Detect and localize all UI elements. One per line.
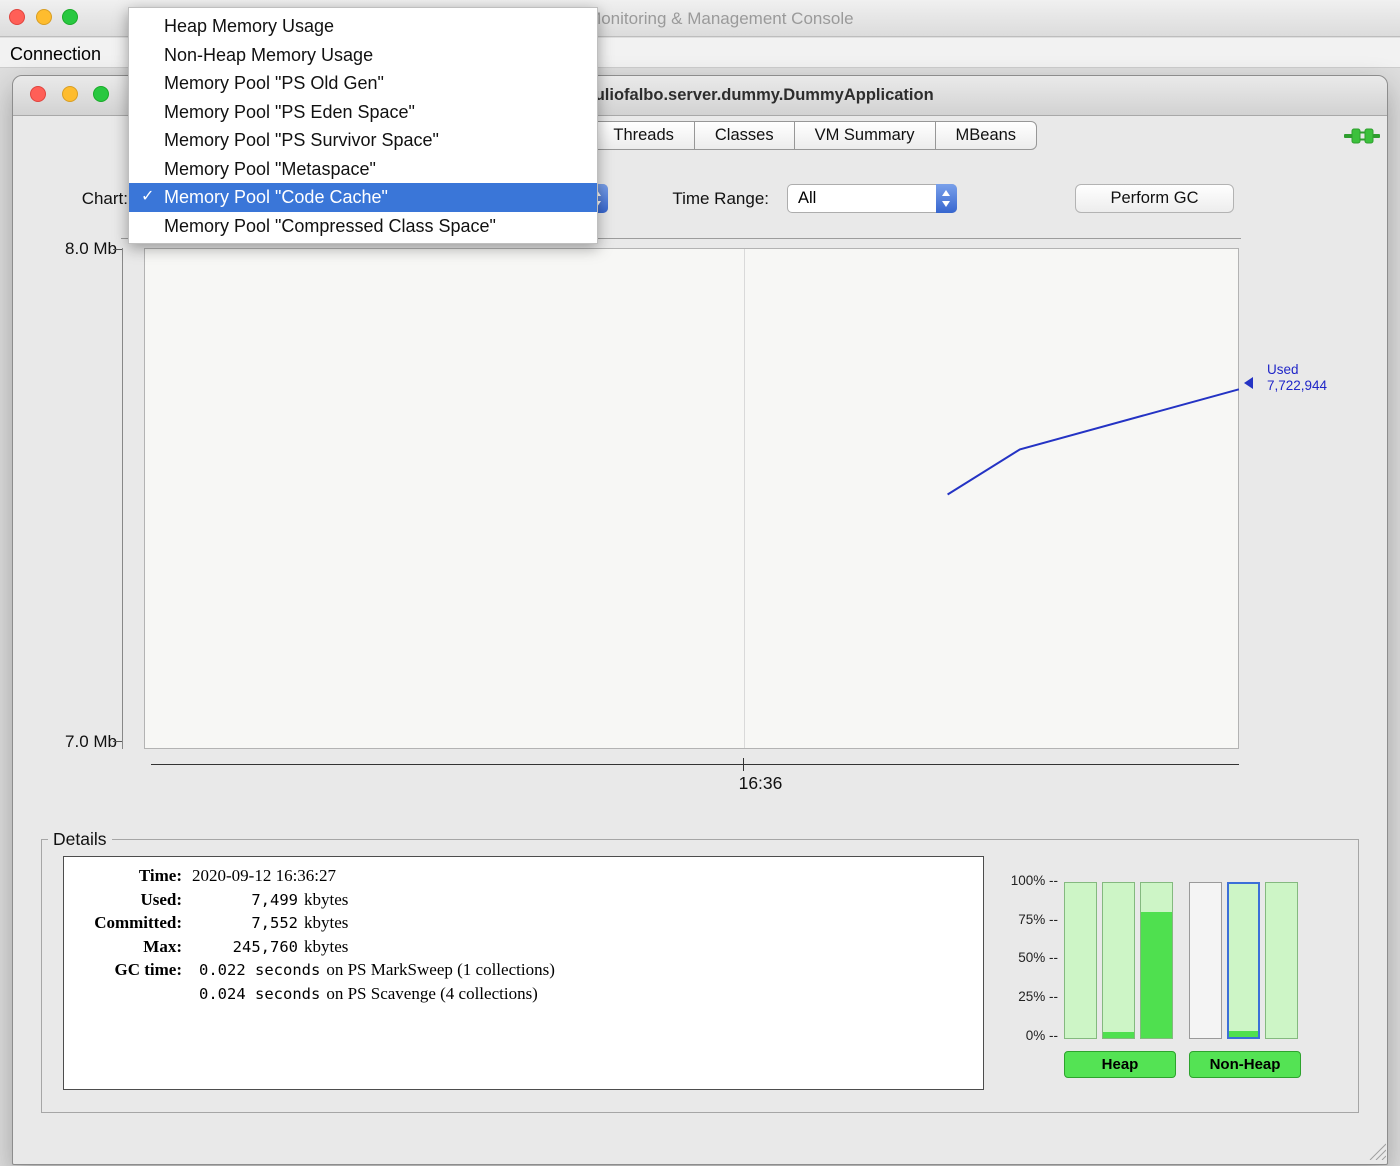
gauge-fill bbox=[1141, 912, 1172, 1038]
series-annotation-name: Used bbox=[1267, 362, 1299, 377]
checkmark-icon: ✓ bbox=[141, 188, 155, 205]
gauge-scale-25: 25% -- bbox=[1018, 989, 1058, 1004]
y-axis bbox=[122, 248, 123, 749]
menu-item-ps-survivor-space[interactable]: Memory Pool "PS Survivor Space" bbox=[129, 126, 597, 155]
menu-connection[interactable]: Connection bbox=[10, 40, 101, 68]
menu-item-heap-memory-usage[interactable]: Heap Memory Usage bbox=[129, 12, 597, 41]
x-axis bbox=[151, 764, 1239, 765]
combo-stepper-icon[interactable] bbox=[936, 184, 957, 213]
tab-vm-summary[interactable]: VM Summary bbox=[793, 121, 936, 150]
chart-select-label: Chart: bbox=[81, 189, 128, 208]
time-range-select[interactable]: All bbox=[787, 184, 957, 213]
detail-row-committed: Committed: 7,552 kbytes bbox=[94, 913, 349, 932]
y-axis-label-bottom: 7.0 Mb bbox=[65, 732, 117, 751]
chart-select-open-menu: Heap Memory Usage Non-Heap Memory Usage … bbox=[128, 7, 598, 244]
x-axis-tick bbox=[743, 758, 744, 771]
menu-item-ps-old-gen[interactable]: Memory Pool "PS Old Gen" bbox=[129, 69, 597, 98]
gauge-bar[interactable] bbox=[1265, 882, 1298, 1039]
detail-row-max: Max: 245,760 kbytes bbox=[143, 936, 349, 956]
gauge-scale-50: 50% -- bbox=[1018, 950, 1058, 965]
detail-row-gc-time-1: GC time: 0.022 seconds on PS MarkSweep (1 … bbox=[114, 960, 555, 979]
memory-usage-chart bbox=[144, 248, 1240, 749]
detail-row-gc-time-2: 0.024 seconds on PS Scavenge (4 collectio… bbox=[199, 983, 538, 1003]
heap-gauge-button[interactable]: Heap bbox=[1064, 1051, 1176, 1078]
series-pointer-arrow-icon bbox=[1244, 377, 1253, 389]
menu-item-ps-eden-space[interactable]: Memory Pool "PS Eden Space" bbox=[129, 98, 597, 127]
menu-item-compressed-class-space[interactable]: Memory Pool "Compressed Class Space" bbox=[129, 212, 597, 241]
tab-mbeans[interactable]: MBeans bbox=[934, 121, 1038, 150]
gauge-fill bbox=[1229, 1030, 1258, 1037]
resize-grip[interactable] bbox=[1368, 1142, 1387, 1161]
y-axis-label-top: 8.0 Mb bbox=[65, 239, 117, 258]
tab-threads[interactable]: Threads bbox=[592, 121, 695, 150]
gauge-bar[interactable] bbox=[1102, 882, 1135, 1039]
gauge-bar[interactable] bbox=[1064, 882, 1097, 1039]
time-range-label: Time Range: bbox=[672, 189, 769, 208]
gauge-scale-0: 0% -- bbox=[1025, 1028, 1058, 1043]
gauge-scale-75: 75% -- bbox=[1018, 912, 1058, 927]
details-panel: Time: 2020-09-12 16:36:27 Used: 7,499 kbyte… bbox=[63, 856, 984, 1090]
connection-status-plug-icon[interactable] bbox=[1343, 126, 1381, 146]
detail-row-used: Used: 7,499 kbytes bbox=[140, 889, 349, 909]
details-legend: Details bbox=[48, 829, 112, 850]
nonheap-gauge-button[interactable]: Non-Heap bbox=[1189, 1051, 1301, 1078]
series-annotation: Used 7,722,944 bbox=[1267, 362, 1327, 394]
perform-gc-button[interactable]: Perform GC bbox=[1075, 184, 1234, 213]
used-memory-line bbox=[947, 388, 1240, 496]
menu-item-nonheap-memory-usage[interactable]: Non-Heap Memory Usage bbox=[129, 41, 597, 70]
menu-item-code-cache[interactable]: ✓ Memory Pool "Code Cache" bbox=[129, 183, 597, 212]
tab-classes[interactable]: Classes bbox=[693, 121, 795, 150]
x-axis-tick-label: 16:36 bbox=[738, 773, 783, 793]
detail-row-time: Time: 2020-09-12 16:36:27 bbox=[138, 866, 337, 885]
gauge-bar[interactable] bbox=[1140, 882, 1173, 1039]
gauge-bar[interactable] bbox=[1227, 882, 1260, 1039]
time-range-value: All bbox=[798, 189, 817, 207]
gauge-bar[interactable] bbox=[1189, 882, 1222, 1039]
y-axis-tick bbox=[113, 741, 122, 742]
gauge-scale-100: 100% -- bbox=[1010, 873, 1058, 888]
menu-item-metaspace[interactable]: Memory Pool "Metaspace" bbox=[129, 155, 597, 184]
series-annotation-value: 7,722,944 bbox=[1267, 378, 1328, 393]
y-axis-tick bbox=[113, 249, 122, 250]
gauge-fill bbox=[1103, 1031, 1134, 1038]
